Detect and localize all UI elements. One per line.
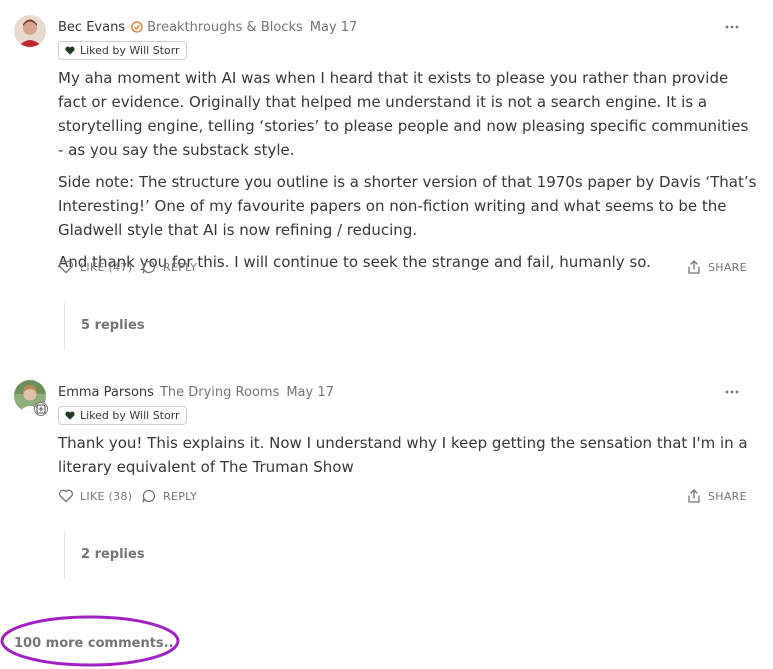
like-label: LIKE (38) [80,489,133,503]
like-label: LIKE (47) [80,260,133,274]
comment-paragraph: Thank you! This explains it. Now I under… [58,434,748,476]
comment-paragraph: My aha moment with AI was when I heard t… [58,69,749,159]
share-icon [688,260,700,274]
reply-label: REPLY [163,260,198,274]
share-button[interactable]: SHARE [686,487,747,505]
more-dots-icon[interactable] [724,385,740,399]
avatar-image [14,15,46,47]
comment-actions: LIKE (47) REPLY SHARE [58,258,747,276]
author-name[interactable]: Bec Evans [58,20,125,35]
view-replies-button[interactable]: 2 replies [81,547,145,562]
share-icon [688,489,700,503]
reply-button[interactable]: REPLY [141,487,197,505]
liked-by-text: Liked by Will Storr [80,409,180,422]
avatar[interactable] [14,15,46,47]
comment-date[interactable]: May 17 [286,385,334,400]
publication-name[interactable]: Breakthroughs & Blocks [147,20,303,35]
publication-name[interactable]: The Drying Rooms [160,385,279,400]
heart-icon [65,411,75,420]
replies-thread-line [64,531,65,579]
plus-badge-glyph [36,404,46,414]
comment-paragraph: Side note: The structure you outline is … [58,173,757,239]
highlight-circle-annotation [0,615,180,667]
more-dots-icon[interactable] [724,20,740,34]
liked-by-badge: Liked by Will Storr [58,406,187,425]
comment-body: My aha moment with AI was when I heard t… [58,66,758,282]
author-name[interactable]: Emma Parsons [58,385,154,400]
reply-button[interactable]: REPLY [141,258,197,276]
replies-thread-line [64,302,65,350]
like-button[interactable]: LIKE (47) [58,258,132,276]
comment-actions: LIKE (38) REPLY SHARE [58,487,747,505]
share-button[interactable]: SHARE [686,258,747,276]
reply-label: REPLY [163,489,198,503]
liked-by-badge: Liked by Will Storr [58,41,187,60]
heart-icon [65,46,75,55]
like-button[interactable]: LIKE (38) [58,487,132,505]
comment-date[interactable]: May 17 [310,20,358,35]
comment-icon [142,260,156,274]
plus-badge-icon [34,402,48,416]
comment-header: Bec Evans Breakthroughs & Blocks May 17 [58,17,357,37]
view-replies-button[interactable]: 5 replies [81,318,145,333]
heart-icon [58,489,74,503]
share-label: SHARE [708,489,747,503]
liked-by-text: Liked by Will Storr [80,44,180,57]
comment-icon [142,489,156,503]
verified-icon [131,21,143,33]
comment-header: Emma Parsons The Drying Rooms May 17 [58,382,334,402]
share-label: SHARE [708,260,747,274]
comment-body: Thank you! This explains it. Now I under… [58,431,758,487]
heart-icon [58,260,74,274]
